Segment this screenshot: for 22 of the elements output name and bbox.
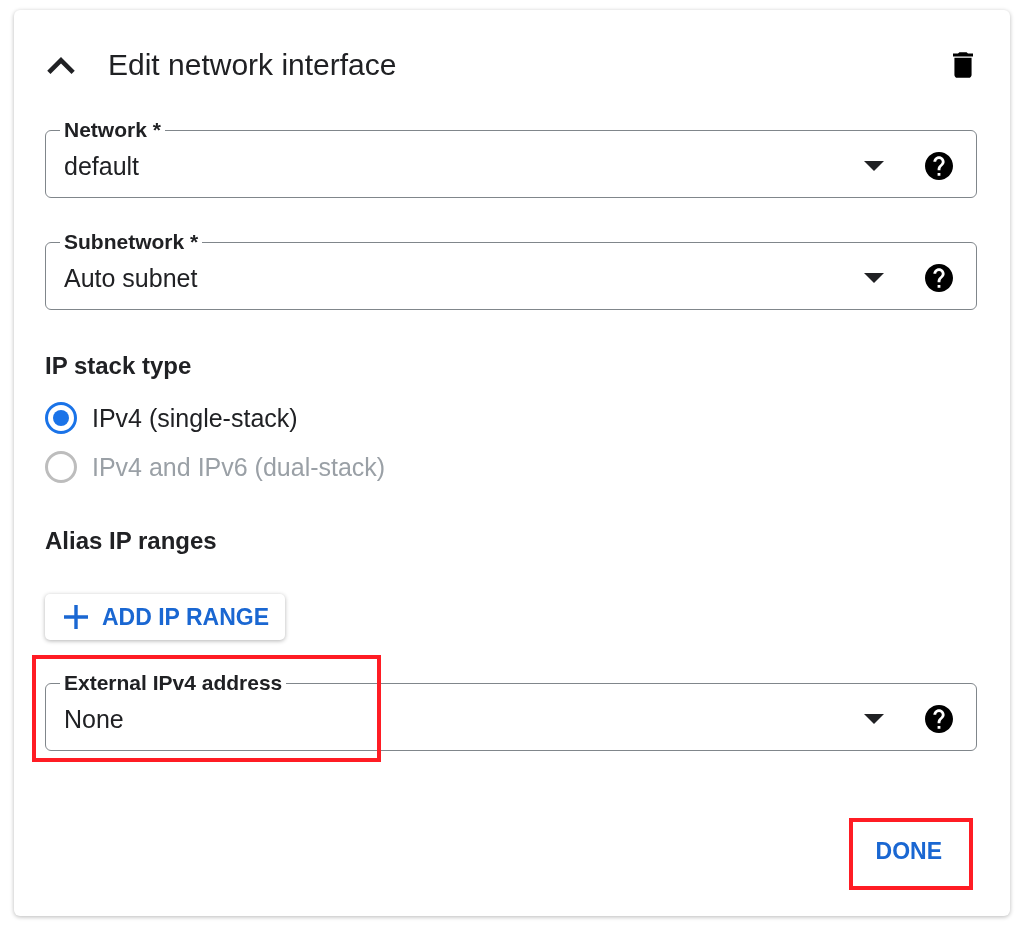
chevron-up-icon[interactable] <box>47 56 75 74</box>
field-value: default <box>63 151 141 181</box>
done-button[interactable]: DONE <box>859 827 958 875</box>
field-label: External IPv4 address <box>63 671 284 695</box>
plus-icon <box>64 605 88 629</box>
field-label: Network * <box>63 118 162 142</box>
field-label: Subnetwork * <box>63 230 200 254</box>
caret-down-icon <box>864 273 884 283</box>
radio-option[interactable]: IPv4 (single-stack) <box>45 398 977 438</box>
help-icon[interactable] <box>925 264 953 292</box>
group-heading: IP stack type <box>45 352 193 380</box>
add-ip-range-button[interactable]: ADD IP RANGE <box>45 594 285 640</box>
field-value: None <box>63 704 125 734</box>
radio-selected-icon[interactable] <box>45 402 77 434</box>
help-icon[interactable] <box>925 152 953 180</box>
trash-icon[interactable] <box>953 52 973 78</box>
help-icon[interactable] <box>925 705 953 733</box>
section-title: Edit network interface <box>108 47 398 83</box>
caret-down-icon <box>864 714 884 724</box>
field-value: Auto subnet <box>63 263 199 293</box>
caret-down-icon <box>864 161 884 171</box>
group-heading: Alias IP ranges <box>45 527 218 555</box>
